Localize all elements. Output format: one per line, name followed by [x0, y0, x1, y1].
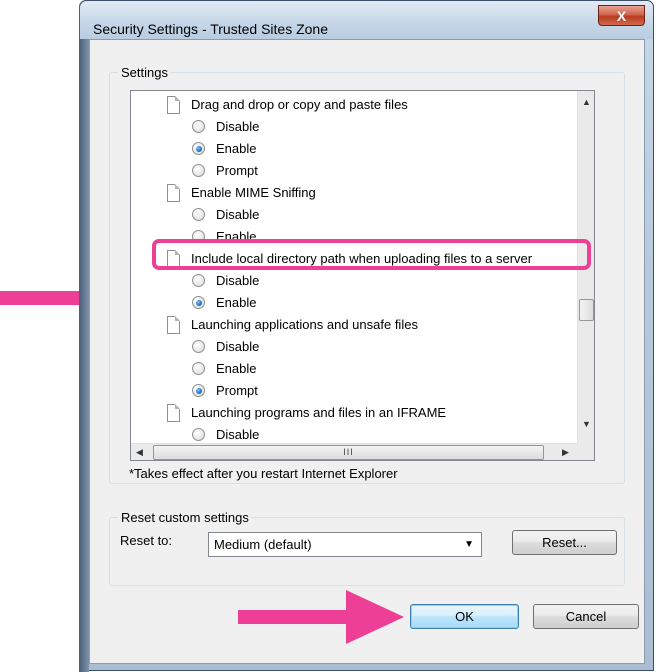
vertical-scroll-thumb[interactable] — [579, 299, 594, 321]
horizontal-scroll-thumb[interactable]: III — [153, 445, 544, 460]
dropdown-arrow-icon: ▼ — [464, 539, 474, 550]
cancel-button[interactable]: Cancel — [533, 604, 639, 629]
radio-unchecked-icon[interactable] — [192, 340, 205, 353]
reset-to-label: Reset to: — [120, 533, 173, 548]
radio-unchecked-icon[interactable] — [192, 120, 205, 133]
radio-checked-icon[interactable] — [192, 296, 205, 309]
window-title: Security Settings - Trusted Sites Zone — [93, 21, 328, 37]
document-icon — [167, 316, 180, 334]
scrollbar-corner — [577, 443, 594, 460]
close-icon: X — [616, 8, 627, 24]
scroll-right-icon[interactable]: ▶ — [562, 447, 569, 458]
document-icon — [167, 404, 180, 422]
annotation-arrow-ok — [238, 590, 404, 644]
scroll-down-icon[interactable]: ▼ — [582, 419, 591, 429]
document-icon — [167, 184, 180, 202]
setting-label: Drag and drop or copy and paste files — [191, 97, 408, 112]
radio-unchecked-icon[interactable] — [192, 164, 205, 177]
document-icon — [167, 96, 180, 114]
reset-level-value: Medium (default) — [214, 537, 312, 552]
scroll-left-icon[interactable]: ◀ — [136, 447, 143, 458]
restart-note: *Takes effect after you restart Internet… — [129, 466, 398, 481]
reset-level-select[interactable]: Medium (default) ▼ — [208, 532, 482, 557]
setting-label: Enable — [216, 361, 257, 376]
scroll-grip: III — [343, 447, 354, 457]
radio-unchecked-icon[interactable] — [192, 362, 205, 375]
setting-label: Prompt — [216, 383, 258, 398]
reset-button[interactable]: Reset... — [512, 530, 617, 555]
setting-label: Enable MIME Sniffing — [191, 185, 316, 200]
radio-checked-icon[interactable] — [192, 142, 205, 155]
setting-label: Prompt — [216, 163, 258, 178]
settings-group-label: Settings — [118, 65, 171, 80]
radio-unchecked-icon[interactable] — [192, 274, 205, 287]
highlight-include-local-directory — [152, 239, 591, 270]
setting-label: Disable — [216, 119, 260, 134]
radio-unchecked-icon[interactable] — [192, 208, 205, 221]
close-button[interactable]: X — [598, 5, 645, 26]
setting-label: Disable — [216, 339, 260, 354]
horizontal-scrollbar[interactable]: ◀ III ▶ — [131, 443, 577, 460]
setting-label: Disable — [216, 207, 260, 222]
settings-list[interactable]: Drag and drop or copy and paste files Dis… — [130, 90, 595, 461]
radio-checked-icon[interactable] — [192, 384, 205, 397]
setting-label: Launching applications and unsafe files — [191, 317, 418, 332]
setting-label: Launching programs and files in an IFRAM… — [191, 405, 447, 420]
reset-group-label: Reset custom settings — [118, 510, 252, 525]
title-bar[interactable]: Security Settings - Trusted Sites Zone X — [80, 1, 653, 39]
radio-unchecked-icon[interactable] — [192, 428, 205, 441]
setting-label: Enable — [216, 141, 257, 156]
setting-label: Disable — [216, 273, 260, 288]
setting-label: Enable — [216, 295, 257, 310]
ok-button[interactable]: OK — [410, 604, 519, 629]
scroll-up-icon[interactable]: ▲ — [582, 97, 591, 107]
